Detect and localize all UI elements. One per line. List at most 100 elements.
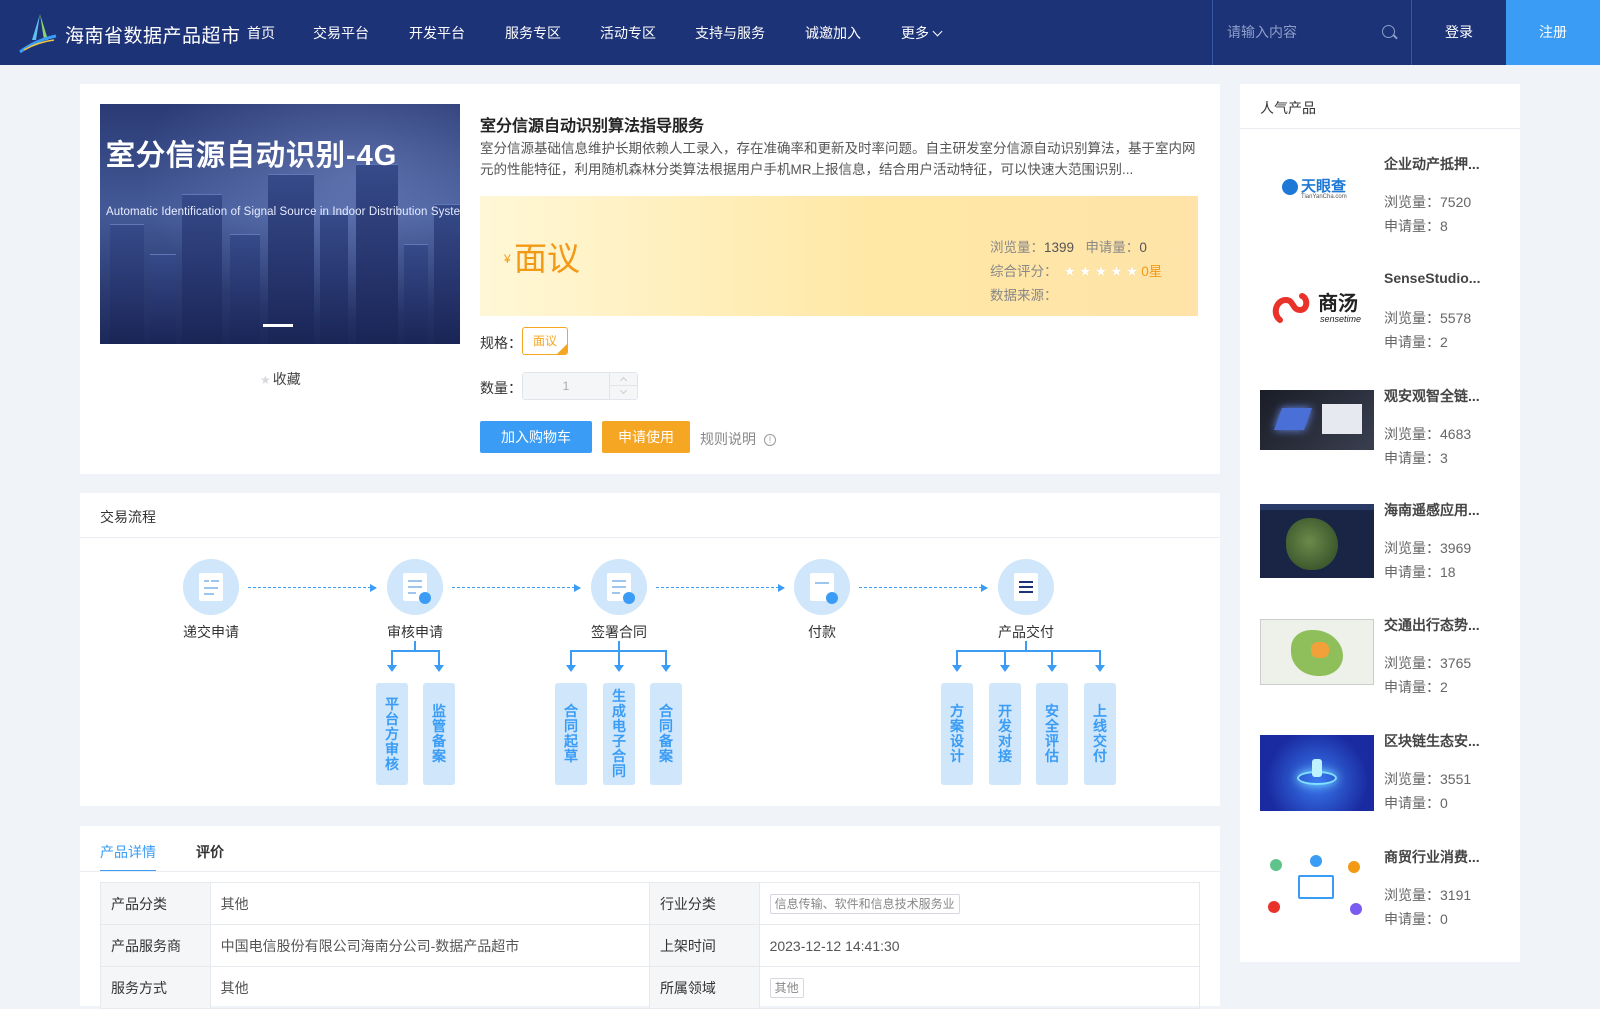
connector bbox=[665, 650, 667, 665]
login-button[interactable]: 登录 bbox=[1412, 0, 1506, 65]
logo-text: 天眼查 bbox=[1301, 178, 1347, 195]
product-thumbnail[interactable]: 商汤 sensetime bbox=[1260, 274, 1374, 350]
price-box: ¥ 面议 浏览量：1399 申请量：0 综合评分： ★★★★★0星 数据来源： bbox=[480, 196, 1198, 316]
product-name[interactable]: 区块链生态安... bbox=[1384, 731, 1490, 751]
increment-icon[interactable] bbox=[609, 373, 637, 386]
product-thumbnail[interactable] bbox=[1260, 619, 1374, 685]
step-label: 递交申请 bbox=[183, 624, 239, 640]
product-thumbnail[interactable] bbox=[1260, 390, 1374, 450]
product-thumbnail[interactable] bbox=[1260, 504, 1374, 578]
tab-product-detail[interactable]: 产品详情 bbox=[100, 842, 156, 862]
product-name[interactable]: 商贸行业消费... bbox=[1384, 847, 1490, 867]
applies-label: 申请量： bbox=[1384, 795, 1440, 811]
applies-stat: 申请量：18 bbox=[1384, 562, 1456, 582]
product-thumbnail[interactable] bbox=[1260, 735, 1374, 811]
flow-title: 交易流程 bbox=[100, 509, 156, 525]
product-thumbnail[interactable] bbox=[1260, 851, 1374, 927]
arrow-down-icon bbox=[566, 665, 576, 672]
search-input[interactable] bbox=[1227, 20, 1377, 44]
applies-value: 3 bbox=[1440, 450, 1448, 466]
image-title: 室分信源自动识别-4G bbox=[106, 140, 398, 172]
carousel-indicator[interactable] bbox=[263, 324, 293, 327]
applies-value: 0 bbox=[1139, 240, 1147, 255]
payment-icon bbox=[794, 559, 850, 615]
nav-services[interactable]: 服务专区 bbox=[505, 23, 561, 43]
delivery-icon bbox=[998, 559, 1054, 615]
product-name[interactable]: 观安观智全链... bbox=[1384, 386, 1490, 406]
tab-reviews[interactable]: 评价 bbox=[196, 842, 224, 862]
product-name[interactable]: 交通出行态势... bbox=[1384, 615, 1490, 635]
nav-dev[interactable]: 开发平台 bbox=[409, 23, 465, 43]
product-panel: 室分信源自动识别-4G Automatic Identification of … bbox=[80, 84, 1220, 474]
brand-name[interactable]: 海南省数据产品超市 bbox=[65, 21, 241, 48]
list-item[interactable]: 观安观智全链... 浏览量：4683 申请量：3 bbox=[1260, 388, 1500, 490]
nav-trading[interactable]: 交易平台 bbox=[313, 23, 369, 43]
industry-tag: 信息传输、软件和信息技术服务业 bbox=[769, 893, 960, 914]
product-thumbnail[interactable]: 天眼查 TianYanCha.com bbox=[1260, 158, 1374, 234]
divider bbox=[1240, 128, 1520, 129]
list-item[interactable]: 交通出行态势... 浏览量：3765 申请量：2 bbox=[1260, 617, 1500, 719]
arrow-down-icon bbox=[1000, 665, 1010, 672]
product-title: 室分信源自动识别算法指导服务 bbox=[480, 118, 705, 135]
apply-button[interactable]: 申请使用 bbox=[602, 421, 690, 453]
nav-support[interactable]: 支持与服务 bbox=[695, 23, 765, 43]
search-icon[interactable] bbox=[1382, 25, 1395, 38]
register-button[interactable]: 注册 bbox=[1506, 0, 1600, 65]
side-title: 人气产品 bbox=[1260, 100, 1316, 116]
price-value: 面议 bbox=[514, 240, 580, 277]
product-name[interactable]: SenseStudio... bbox=[1384, 270, 1490, 286]
list-item[interactable]: 区块链生态安... 浏览量：3551 申请量：0 bbox=[1260, 733, 1500, 835]
list-item[interactable]: 海南遥感应用... 浏览量：3969 申请量：18 bbox=[1260, 502, 1500, 604]
search-box bbox=[1212, 0, 1412, 65]
applies-label: 申请量： bbox=[1085, 240, 1140, 255]
product-image[interactable]: 室分信源自动识别-4G Automatic Identification of … bbox=[100, 104, 460, 344]
add-to-cart-button[interactable]: 加入购物车 bbox=[480, 421, 592, 453]
connector bbox=[1004, 650, 1006, 665]
arrow-down-icon bbox=[1095, 665, 1105, 672]
substep-box: 安全评估 bbox=[1036, 683, 1068, 785]
applies-value: 2 bbox=[1440, 679, 1448, 695]
field-key: 服务方式 bbox=[100, 966, 211, 1009]
spec-label: 规格： bbox=[480, 335, 522, 351]
list-item[interactable]: 天眼查 TianYanCha.com 企业动产抵押... 浏览量：7520 申请… bbox=[1260, 156, 1500, 258]
top-navbar: 海南省数据产品超市 首页 交易平台 开发平台 服务专区 活动专区 支持与服务 诚… bbox=[0, 0, 1600, 65]
document-glyph bbox=[199, 573, 223, 601]
stamp-badge bbox=[419, 592, 431, 604]
screen-graphic bbox=[1322, 404, 1362, 434]
nav-home[interactable]: 首页 bbox=[247, 23, 275, 43]
source-label: 数据来源： bbox=[990, 288, 1058, 303]
list-item[interactable]: 商汤 sensetime SenseStudio... 浏览量：5578 申请量… bbox=[1260, 270, 1500, 374]
applies-value: 8 bbox=[1440, 218, 1448, 234]
nav-activities[interactable]: 活动专区 bbox=[600, 23, 656, 43]
logo-icon[interactable] bbox=[18, 12, 58, 54]
views-stat: 浏览量：4683 bbox=[1384, 424, 1471, 444]
quantity-input[interactable] bbox=[523, 373, 609, 399]
product-name[interactable]: 海南遥感应用... bbox=[1384, 500, 1490, 520]
decrement-icon[interactable] bbox=[609, 386, 637, 399]
field-key: 所属领域 bbox=[648, 966, 760, 1009]
nav-more[interactable]: 更多 bbox=[901, 23, 943, 43]
list-item[interactable]: 商贸行业消费... 浏览量：3191 申请量：0 bbox=[1260, 849, 1500, 951]
rules-label: 规则说明 bbox=[700, 431, 756, 447]
table-row: 产品分类 其他 行业分类 信息传输、软件和信息技术服务业 bbox=[100, 882, 1201, 925]
building bbox=[434, 204, 460, 344]
laptop-graphic bbox=[1298, 875, 1334, 899]
spec-option[interactable]: 面议 bbox=[522, 327, 568, 355]
rules-link[interactable]: 规则说明! bbox=[700, 429, 776, 449]
favorite-button[interactable]: ★ 收藏 bbox=[260, 369, 301, 389]
qty-label: 数量： bbox=[480, 380, 522, 396]
yen-badge bbox=[826, 592, 838, 604]
nav-join[interactable]: 诚邀加入 bbox=[805, 23, 861, 43]
tianyancha-logo-icon bbox=[1282, 179, 1298, 195]
building bbox=[404, 244, 428, 344]
connector bbox=[438, 650, 440, 665]
product-name[interactable]: 企业动产抵押... bbox=[1384, 154, 1490, 174]
light-beam-graphic bbox=[1312, 759, 1322, 777]
substep-box: 开发对接 bbox=[989, 683, 1021, 785]
views-value: 3765 bbox=[1440, 655, 1472, 671]
arrow-down-icon bbox=[661, 665, 671, 672]
step-label: 产品交付 bbox=[998, 624, 1054, 640]
arrow-right-icon bbox=[859, 584, 988, 592]
field-key: 行业分类 bbox=[648, 882, 760, 925]
applies-label: 申请量： bbox=[1384, 334, 1440, 350]
